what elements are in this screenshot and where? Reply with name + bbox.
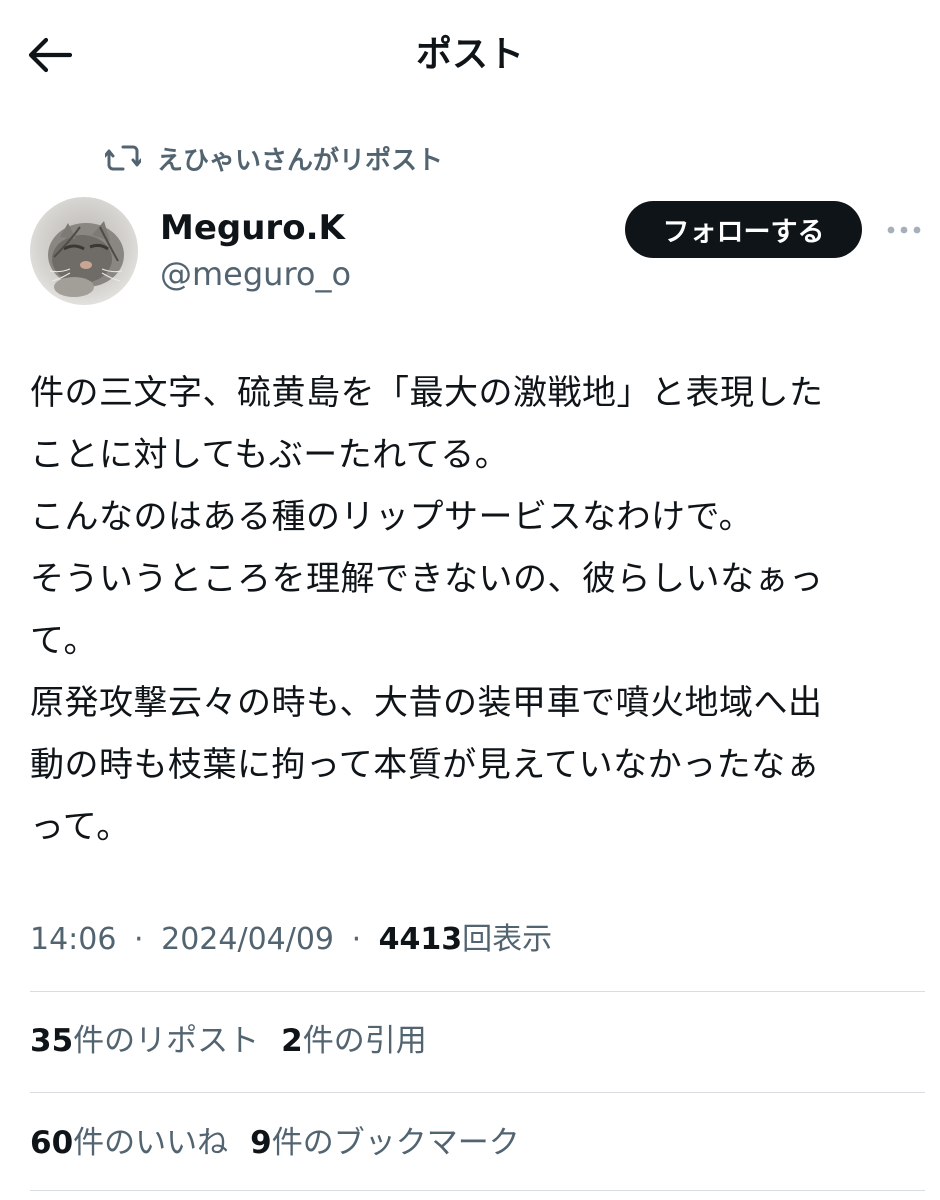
repost-label: えひゃいさんがリポスト: [157, 145, 444, 176]
views-count: 4413: [378, 922, 463, 957]
bookmarks-stat[interactable]: 9件のブックマーク: [250, 1125, 520, 1161]
like-bookmark-stats: 60件のいいね 9件のブックマーク: [30, 1118, 542, 1168]
divider: [30, 1092, 925, 1093]
more-button[interactable]: [884, 216, 924, 244]
reposts-stat[interactable]: 35件のリポスト: [30, 1023, 259, 1059]
avatar[interactable]: [30, 197, 138, 305]
follow-button[interactable]: フォローする: [625, 201, 862, 258]
post-text-line: 件の三文字、硫黄島を「最大の激戦地」と表現した: [30, 373, 824, 413]
top-bar: ポスト: [0, 0, 940, 110]
author-handle[interactable]: @meguro_o: [160, 252, 351, 296]
retweet-icon: [105, 142, 143, 174]
author-name[interactable]: Meguro.K: [160, 206, 345, 250]
repost-attribution[interactable]: えひゃいさんがリポスト: [105, 138, 443, 178]
meta-separator: ·: [134, 922, 144, 957]
likes-stat[interactable]: 60件のいいね: [30, 1125, 228, 1161]
post-text-line: 動の時も枝葉に拘って本質が見えていなかったなぁ: [30, 745, 821, 785]
post-text-line: て。: [30, 621, 98, 661]
quotes-stat[interactable]: 2件の引用: [281, 1023, 427, 1059]
page-title: ポスト: [415, 34, 524, 75]
divider: [30, 991, 925, 992]
likes-count: 60: [30, 1125, 74, 1161]
views-label: 回表示: [462, 922, 553, 957]
bookmarks-label: 件のブックマーク: [271, 1125, 520, 1161]
reposts-label: 件のリポスト: [73, 1023, 260, 1059]
likes-label: 件のいいね: [73, 1125, 229, 1161]
post-text-line: そういうところを理解できないの、彼らしいなぁっ: [30, 559, 824, 599]
post-date[interactable]: 2024/04/09: [161, 922, 334, 957]
meta-separator: ·: [351, 922, 362, 957]
post-text-line: 原発攻撃云々の時も、大昔の装甲車で噴火地域へ出: [30, 683, 823, 723]
post-text: 件の三文字、硫黄島を「最大の激戦地」と表現した ことに対してもぶーたれてる。 こ…: [30, 362, 930, 858]
cat-photo-avatar: [30, 197, 138, 305]
quotes-count: 2: [281, 1023, 303, 1059]
more-horizontal-icon: [887, 226, 921, 234]
quotes-label: 件の引用: [302, 1023, 427, 1059]
post-text-line: ことに対してもぶーたれてる。: [30, 435, 510, 475]
bookmarks-count: 9: [250, 1125, 272, 1161]
post-text-line: って。: [30, 807, 131, 847]
reposts-count: 35: [30, 1023, 74, 1059]
post-meta: 14:06 · 2024/04/09 · 4413回表示: [30, 915, 552, 965]
divider: [30, 1190, 925, 1191]
post-time[interactable]: 14:06: [30, 922, 116, 957]
post-text-line: こんなのはある種のリップサービスなわけで。: [30, 497, 754, 537]
repost-quote-stats: 35件のリポスト 2件の引用: [30, 1016, 449, 1066]
